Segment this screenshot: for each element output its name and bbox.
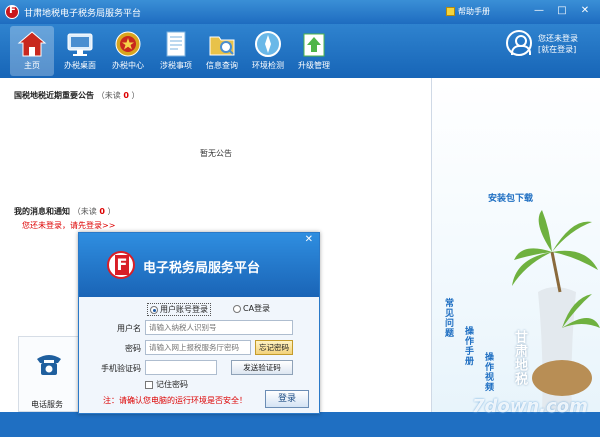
video-link[interactable]: 操作视频 xyxy=(482,352,495,392)
title-bar: 甘肃地税电子税务局服务平台 帮助手册 — □ ✕ xyxy=(0,0,600,24)
messages-unread: （未读 0 ） xyxy=(72,207,116,216)
toolbar-info-query-label: 信息查询 xyxy=(206,61,238,70)
checkbox-icon xyxy=(145,380,153,389)
toolbar-tax-desktop-label: 办税桌面 xyxy=(64,61,96,70)
announcements-title: 国税地税近期重要公告 xyxy=(14,91,94,100)
remember-password-checkbox[interactable]: 记住密码 xyxy=(145,379,188,390)
toolbar-home-label: 主页 xyxy=(24,61,40,70)
maximize-button[interactable]: □ xyxy=(553,3,571,19)
telephone-icon xyxy=(37,355,61,375)
user-login-area[interactable]: 您还未登录 [就在登录] xyxy=(504,30,596,70)
toolbar-tax-center[interactable]: 办税中心 xyxy=(106,26,150,76)
monitor-icon xyxy=(65,29,95,59)
window-title: 甘肃地税电子税务局服务平台 xyxy=(24,9,142,19)
username-label: 用户名 xyxy=(117,324,141,333)
messages-login-hint[interactable]: 您还未登录，请先登录>> xyxy=(22,220,115,231)
toolbar-info-query[interactable]: 信息查询 xyxy=(200,26,244,76)
upgrade-icon xyxy=(299,29,329,59)
minimize-button[interactable]: — xyxy=(530,3,548,19)
account-login-radio[interactable]: 用户账号登录 xyxy=(147,303,211,316)
sms-code-label: 手机验证码 xyxy=(101,364,141,373)
help-book-icon xyxy=(446,7,455,16)
ca-login-label: CA登录 xyxy=(243,304,271,313)
ca-login-radio[interactable]: CA登录 xyxy=(233,303,270,314)
announcements-unread: （未读 0 ） xyxy=(96,91,140,100)
announcements-heading: 国税地税近期重要公告 （未读 0 ） xyxy=(14,90,139,101)
toolbar-tax-desktop[interactable]: 办税桌面 xyxy=(58,26,102,76)
user-avatar-icon xyxy=(506,30,532,56)
remember-password-label: 记住密码 xyxy=(156,380,188,389)
password-input[interactable] xyxy=(145,340,251,355)
dialog-close-button[interactable]: ✕ xyxy=(305,234,313,245)
right-panel: 安装包下载 常见问题 操作手册 操作视频 甘肃地税 xyxy=(432,78,600,412)
help-manual-link[interactable]: 帮助手册 xyxy=(446,6,490,17)
login-form: 用户账号登录 CA登录 用户名 密码 忘记密码 手机验证码 发送验证码 记住密码… xyxy=(79,297,319,413)
no-announcements-text: 暂无公告 xyxy=(200,149,232,158)
password-label: 密码 xyxy=(125,344,141,353)
phone-service-label: 电话服务 xyxy=(31,400,63,409)
watermark-text: 7down.com xyxy=(472,396,588,417)
app-logo-icon xyxy=(5,5,19,19)
toolbar-home[interactable]: 主页 xyxy=(10,26,54,76)
manual-link[interactable]: 操作手册 xyxy=(462,326,475,366)
account-login-label: 用户账号登录 xyxy=(160,305,208,314)
login-dialog: ✕ 电子税务局服务平台 用户账号登录 CA登录 用户名 密码 忘记密码 手机验证… xyxy=(78,232,320,414)
document-icon xyxy=(161,29,191,59)
login-status: 您还未登录 xyxy=(538,34,578,43)
sms-code-input[interactable] xyxy=(145,360,217,375)
security-warning: 注：请确认您电脑的运行环境是否安全！ xyxy=(103,396,247,405)
toolbar-upgrade-label: 升级管理 xyxy=(298,61,330,70)
help-manual-label: 帮助手册 xyxy=(458,7,490,16)
login-dialog-header: ✕ 电子税务局服务平台 xyxy=(79,233,319,297)
brand-vertical-text: 甘肃地税 xyxy=(512,330,527,386)
radio-selected-icon xyxy=(150,305,158,314)
home-icon xyxy=(17,29,47,59)
toolbar-tax-center-label: 办税中心 xyxy=(112,61,144,70)
toolbar-tax-matters[interactable]: 涉税事项 xyxy=(154,26,198,76)
username-input[interactable] xyxy=(145,320,293,335)
download-package-link[interactable]: 安装包下载 xyxy=(488,191,533,204)
tax-bureau-logo-icon xyxy=(107,251,135,279)
login-link[interactable]: [就在登录] xyxy=(538,44,576,55)
folder-search-icon xyxy=(207,29,237,59)
compass-icon xyxy=(253,29,283,59)
close-window-button[interactable]: ✕ xyxy=(576,3,594,19)
faq-link[interactable]: 常见问题 xyxy=(442,298,455,338)
messages-heading: 我的消息和通知 （未读 0 ） xyxy=(14,206,115,217)
send-code-button[interactable]: 发送验证码 xyxy=(231,360,293,375)
login-button[interactable]: 登录 xyxy=(265,390,309,408)
phone-service-tile[interactable]: 电话服务 xyxy=(18,336,80,412)
messages-title: 我的消息和通知 xyxy=(14,207,70,216)
toolbar-upgrade[interactable]: 升级管理 xyxy=(292,26,336,76)
toolbar-env-check[interactable]: 环境检测 xyxy=(246,26,290,76)
emblem-icon xyxy=(113,29,143,59)
radio-unselected-icon xyxy=(233,304,241,313)
forgot-password-button[interactable]: 忘记密码 xyxy=(255,340,293,355)
dialog-title: 电子税务局服务平台 xyxy=(143,261,261,276)
toolbar-tax-matters-label: 涉税事项 xyxy=(160,61,192,70)
toolbar-env-check-label: 环境检测 xyxy=(252,61,284,70)
